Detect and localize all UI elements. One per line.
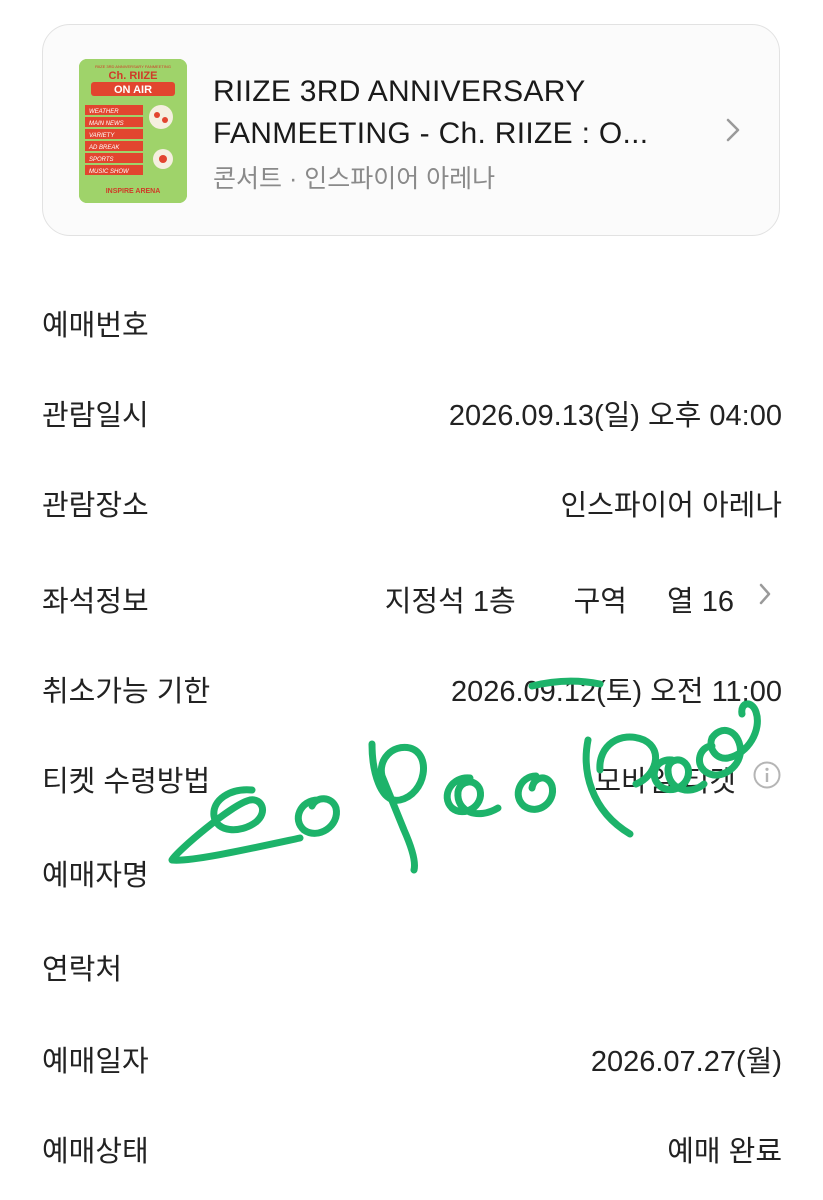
contact-row: 연락처 — [42, 940, 782, 990]
cancel-deadline-row: 취소가능 기한 2026.09.12(토) 오전 11:00 — [42, 662, 782, 712]
booking-date-label: 예매일자 — [42, 1046, 149, 1078]
venue-label: 관람장소 — [42, 490, 149, 522]
viewing-datetime-row: 관람일시 2026.09.13(일) 오후 04:00 — [42, 386, 782, 436]
info-icon[interactable] — [752, 760, 782, 795]
booker-name-label: 예매자명 — [42, 860, 149, 892]
booking-number-row: 예매번호 — [42, 296, 782, 346]
ticket-method-value: 모바일 티켓 — [594, 766, 736, 798]
booking-number-label: 예매번호 — [42, 310, 149, 342]
cancel-deadline-value: 2026.09.12(토) 오전 11:00 — [450, 676, 782, 708]
seat-section: 구역 — [573, 586, 627, 618]
venue-row: 관람장소 인스파이어 아레나 — [42, 476, 782, 526]
cancel-deadline-label: 취소가능 기한 — [42, 676, 211, 708]
booking-date-row: 예매일자 2026.07.27(월) — [42, 1032, 782, 1082]
seat-row: 열 16 — [667, 586, 734, 618]
chevron-right-icon[interactable] — [758, 582, 772, 611]
venue-value: 인스파이어 아레나 — [560, 490, 783, 522]
booker-name-row: 예매자명 — [42, 846, 782, 896]
viewing-datetime-label: 관람일시 — [42, 400, 149, 432]
booking-status-value: 예매 완료 — [667, 1136, 782, 1168]
ticket-method-row: 티켓 수령방법 모바일 티켓 — [42, 752, 782, 802]
booking-status-label: 예매상태 — [42, 1136, 149, 1168]
booking-status-row: 예매상태 예매 완료 — [42, 1122, 782, 1172]
ticket-method-label: 티켓 수령방법 — [42, 766, 211, 798]
booking-details: 예매번호 관람일시 2026.09.13(일) 오후 04:00 관람장소 인스… — [0, 0, 823, 1200]
contact-label: 연락처 — [42, 954, 123, 986]
seat-info-row[interactable]: 좌석정보 지정석 1층 구역 열 16 — [42, 572, 782, 622]
seat-grade: 지정석 1층 — [384, 586, 516, 618]
seat-info-label: 좌석정보 — [42, 586, 149, 618]
viewing-datetime-value: 2026.09.13(일) 오후 04:00 — [448, 400, 782, 432]
booking-date-value: 2026.07.27(월) — [590, 1046, 782, 1078]
seat-info-value: 지정석 1층 구역 열 16 — [385, 578, 734, 620]
